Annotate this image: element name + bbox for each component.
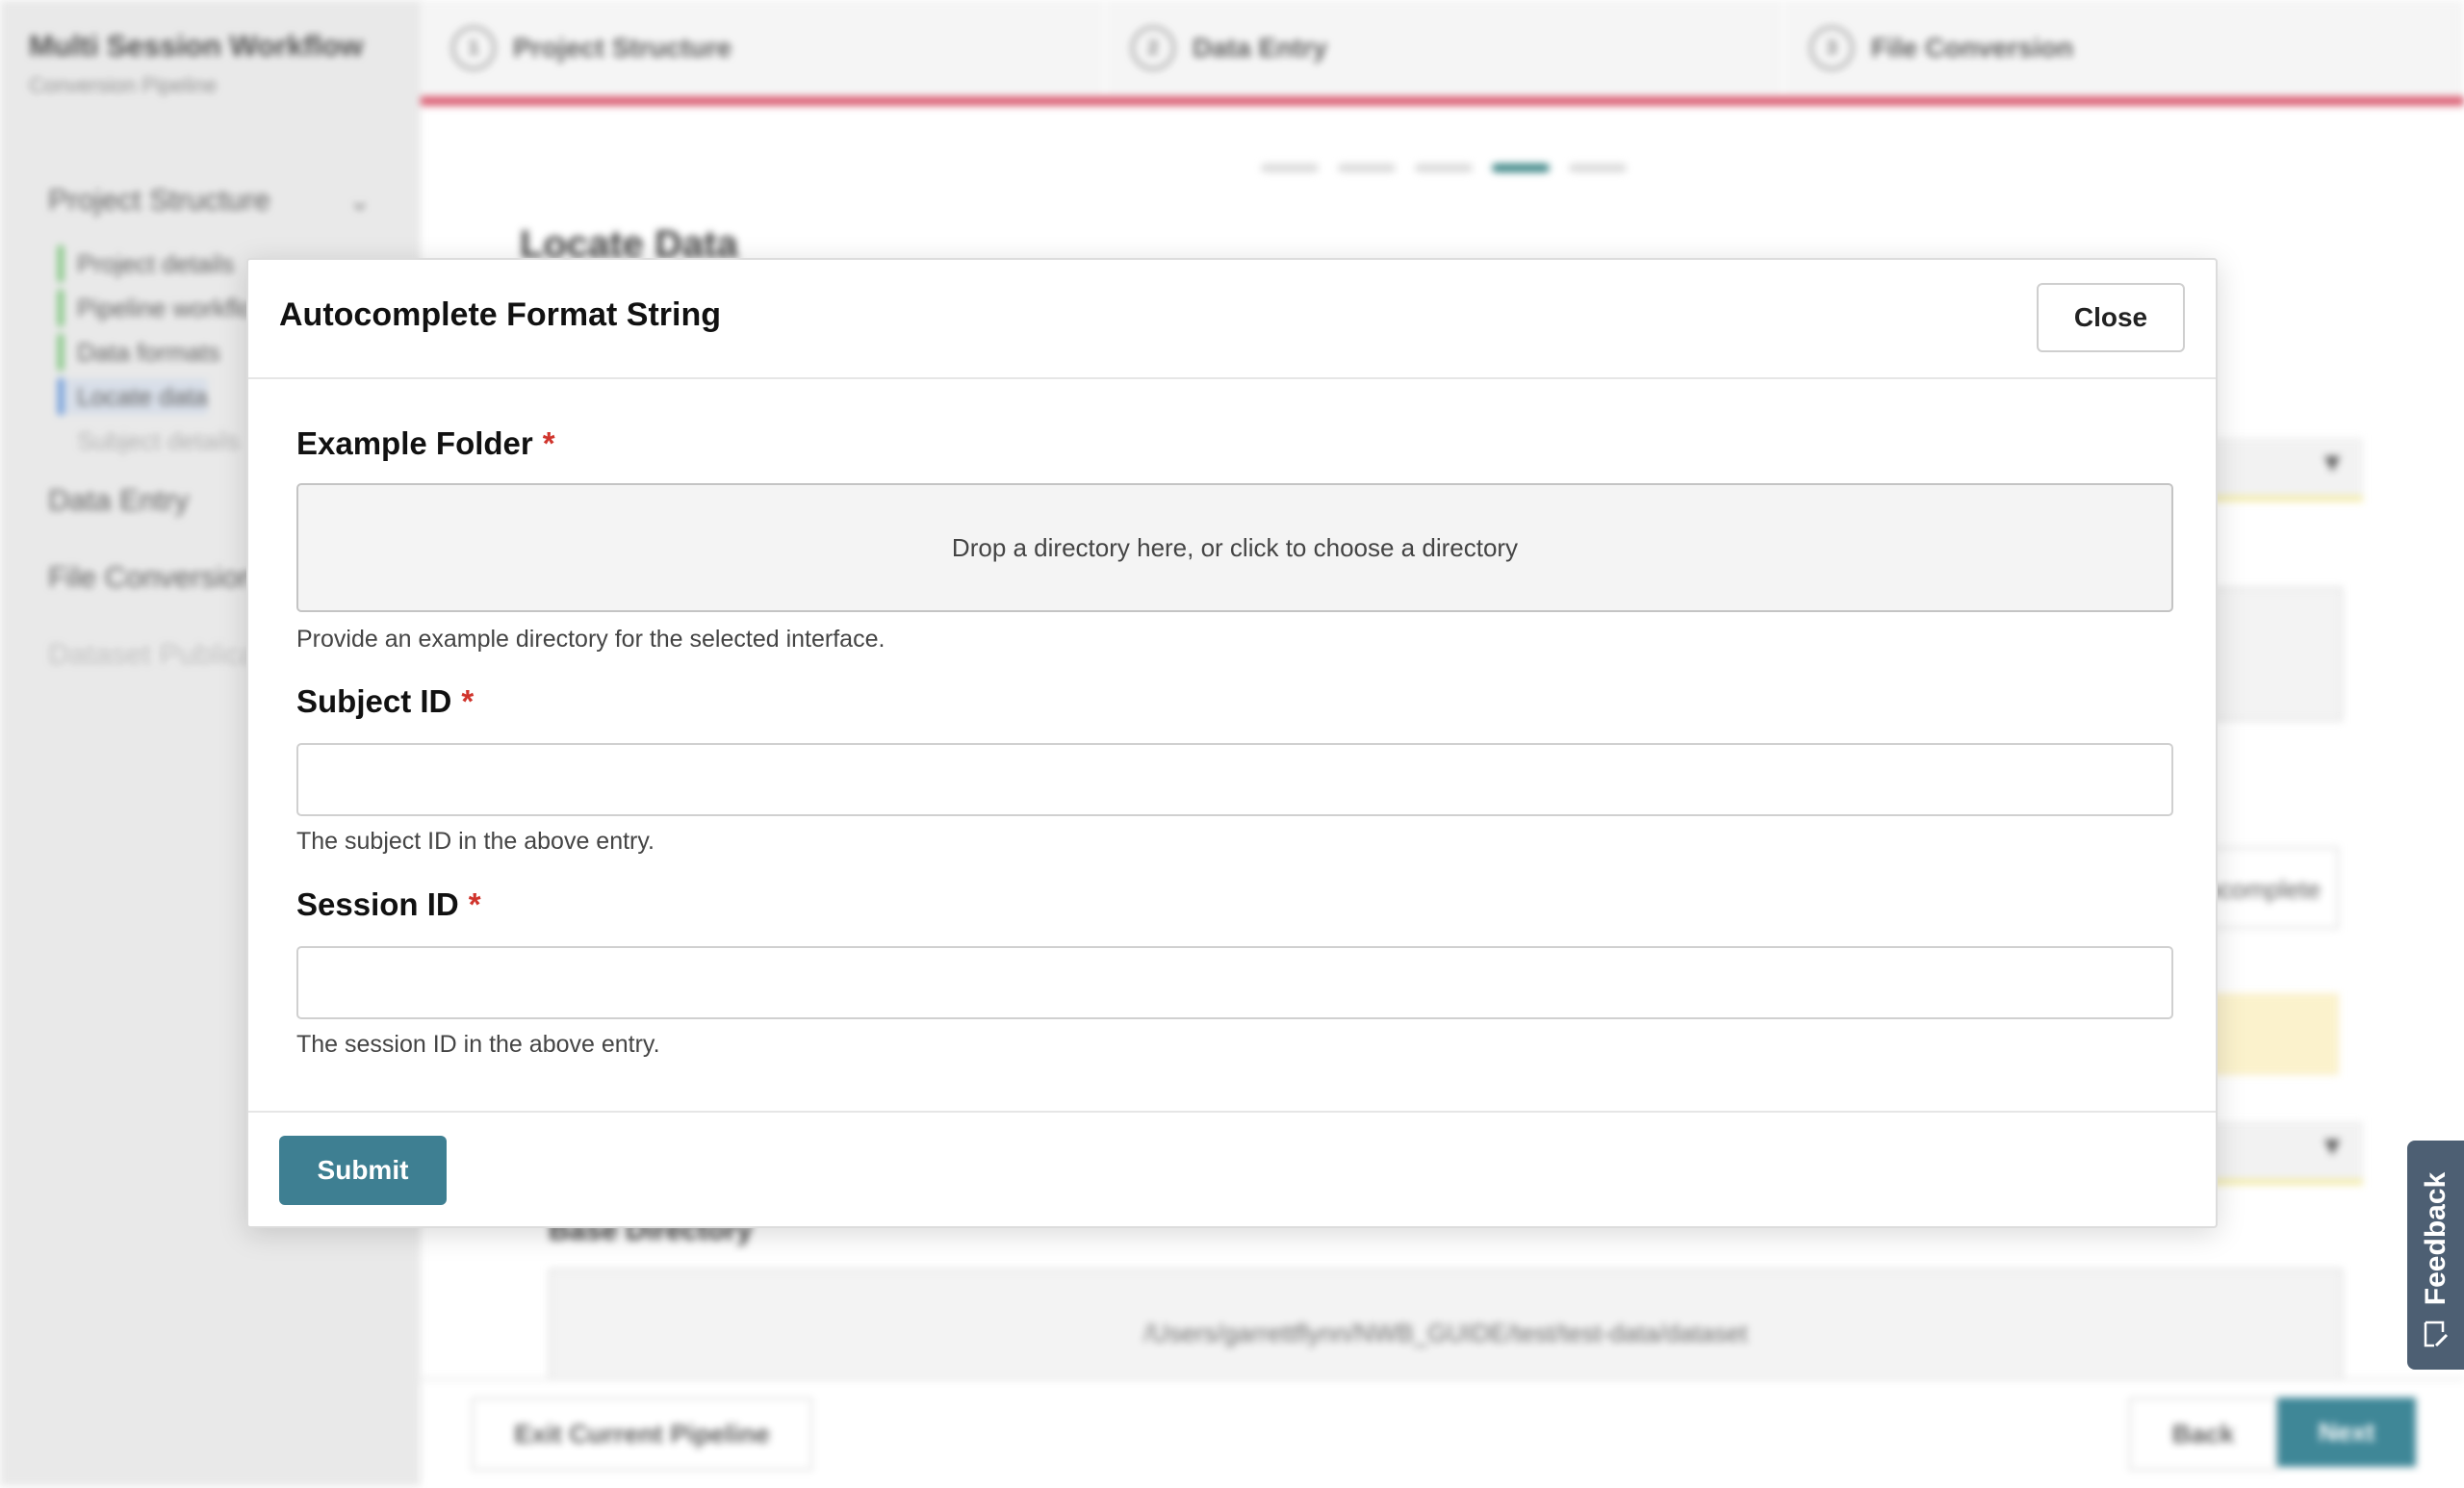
feedback-edit-icon (2424, 1321, 2449, 1347)
feedback-tab[interactable]: Feedback (2407, 1141, 2464, 1370)
autocomplete-modal: Autocomplete Format String Close Example… (246, 258, 2218, 1228)
modal-header: Autocomplete Format String Close (248, 260, 2216, 379)
session-id-input[interactable] (296, 946, 2173, 1019)
subject-id-input[interactable] (296, 743, 2173, 816)
example-folder-label: Example Folder * (296, 425, 555, 462)
required-mark: * (542, 425, 555, 461)
required-mark: * (468, 886, 481, 922)
example-folder-help: Provide an example directory for the sel… (296, 626, 886, 653)
submit-button[interactable]: Submit (279, 1136, 447, 1205)
subject-id-help: The subject ID in the above entry. (296, 828, 654, 855)
session-id-help: The session ID in the above entry. (296, 1031, 660, 1058)
session-id-label: Session ID * (296, 886, 481, 923)
subject-id-label: Subject ID * (296, 683, 474, 720)
close-button[interactable]: Close (2037, 283, 2185, 352)
feedback-label: Feedback (2419, 1171, 2451, 1306)
example-folder-dropzone[interactable]: Drop a directory here, or click to choos… (296, 483, 2173, 612)
example-folder-label-text: Example Folder (296, 425, 533, 461)
subject-id-label-text: Subject ID (296, 683, 452, 719)
dropzone-text: Drop a directory here, or click to choos… (951, 532, 1519, 562)
modal-footer: Submit (248, 1111, 2216, 1230)
required-mark: * (461, 683, 475, 719)
session-id-label-text: Session ID (296, 886, 459, 922)
modal-title: Autocomplete Format String (279, 296, 722, 333)
